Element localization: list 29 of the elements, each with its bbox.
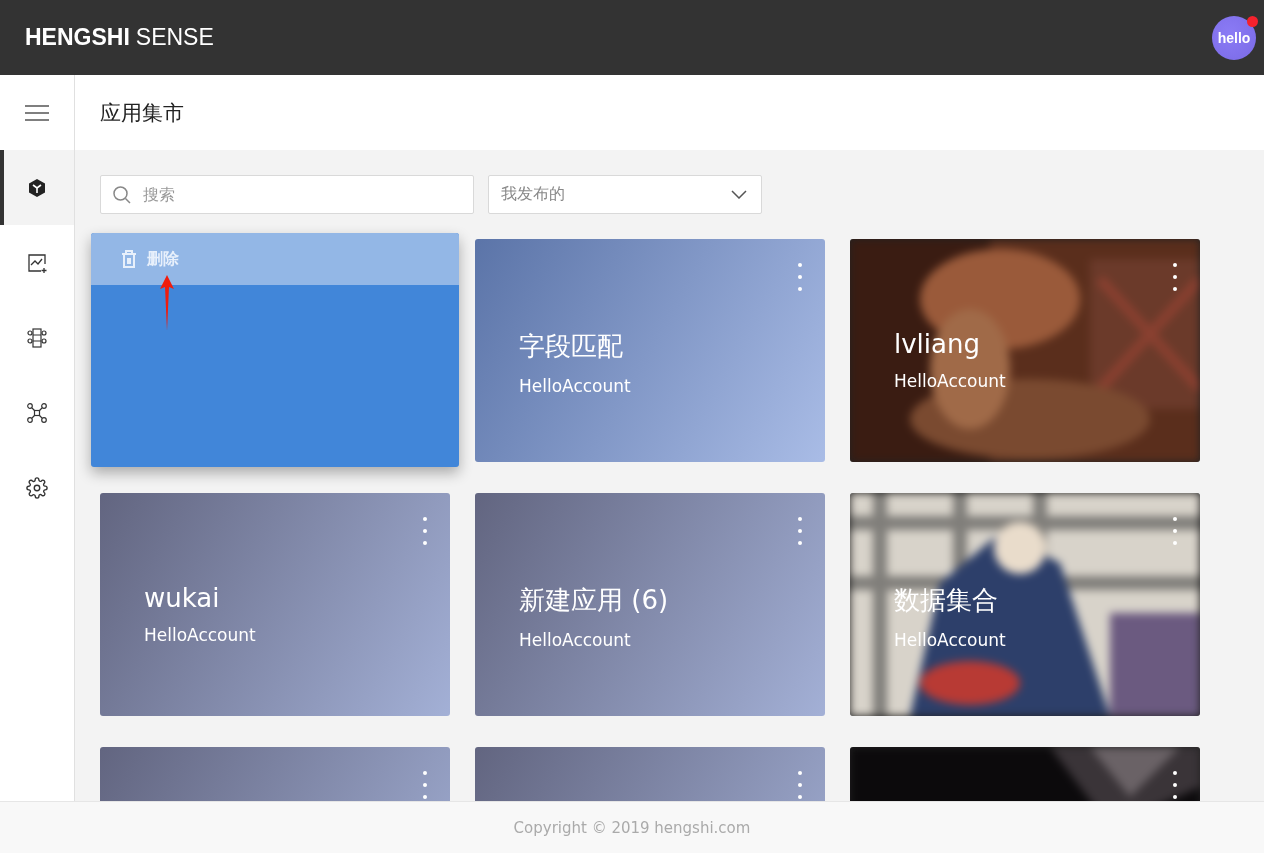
search-field[interactable]: 搜索 (100, 175, 474, 214)
app-title: lvliang (894, 329, 981, 359)
settings-icon (26, 476, 48, 499)
copyright-text: Copyright © 2019 hengshi.com (513, 818, 751, 837)
network-icon (26, 401, 48, 424)
filter-dropdown[interactable]: 我发布的 (488, 175, 762, 214)
app-title: 新建应用 (6) (519, 584, 669, 617)
app-title: 字段匹配 (519, 330, 624, 363)
brand-logo: HENGSHI SENSE (25, 24, 214, 51)
search-icon (112, 185, 132, 205)
app-card[interactable]: 字段匹配 HelloAccount (475, 239, 825, 462)
chart-icon (26, 251, 48, 274)
app-title: wukai (144, 583, 221, 613)
chevron-down-icon (731, 190, 747, 199)
app-owner: HelloAccount (519, 376, 631, 396)
delete-drop-zone[interactable]: 删除 (91, 233, 459, 285)
app-card[interactable]: 新建应用 (6) HelloAccount (475, 493, 825, 716)
sidebar-item[interactable] (0, 150, 74, 225)
dragged-card[interactable]: 删除 (91, 233, 459, 467)
cube-icon (27, 177, 47, 198)
app-card[interactable]: wukai HelloAccount (100, 493, 450, 716)
flow-icon (26, 326, 48, 349)
app-owner: HelloAccount (519, 630, 632, 650)
menu-icon[interactable] (25, 104, 49, 121)
delete-label: 删除 (147, 248, 179, 270)
user-avatar[interactable]: hello (1212, 15, 1256, 60)
trash-icon (121, 250, 137, 268)
app-owner: HelloAccount (144, 625, 256, 645)
page-title: 应用集市 (100, 99, 184, 127)
